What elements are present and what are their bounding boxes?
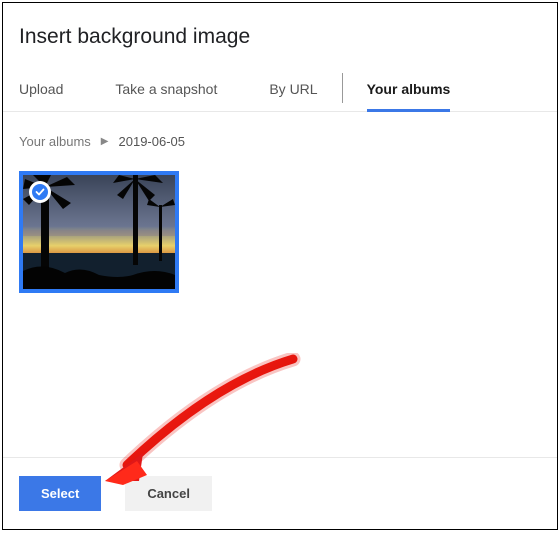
tab-upload[interactable]: Upload bbox=[19, 71, 63, 111]
dialog-footer: Select Cancel bbox=[3, 457, 557, 529]
cancel-button[interactable]: Cancel bbox=[125, 476, 212, 511]
breadcrumb-current: 2019-06-05 bbox=[119, 134, 186, 149]
tab-divider bbox=[342, 73, 343, 103]
select-button[interactable]: Select bbox=[19, 476, 101, 511]
album-grid bbox=[3, 159, 557, 457]
chevron-right-icon: ▶ bbox=[101, 136, 109, 147]
dialog-title: Insert background image bbox=[19, 25, 541, 49]
selected-check-icon bbox=[29, 181, 51, 203]
breadcrumb: Your albums ▶ 2019-06-05 bbox=[3, 112, 557, 159]
tab-by-url[interactable]: By URL bbox=[269, 71, 317, 111]
breadcrumb-root[interactable]: Your albums bbox=[19, 134, 91, 149]
dialog-header: Insert background image bbox=[3, 3, 557, 59]
photo-thumbnail[interactable] bbox=[19, 171, 179, 293]
tab-your-albums[interactable]: Your albums bbox=[367, 71, 451, 111]
tab-take-snapshot[interactable]: Take a snapshot bbox=[115, 71, 217, 111]
tab-bar: Upload Take a snapshot By URL Your album… bbox=[3, 59, 557, 112]
insert-background-dialog: Insert background image Upload Take a sn… bbox=[2, 2, 558, 530]
